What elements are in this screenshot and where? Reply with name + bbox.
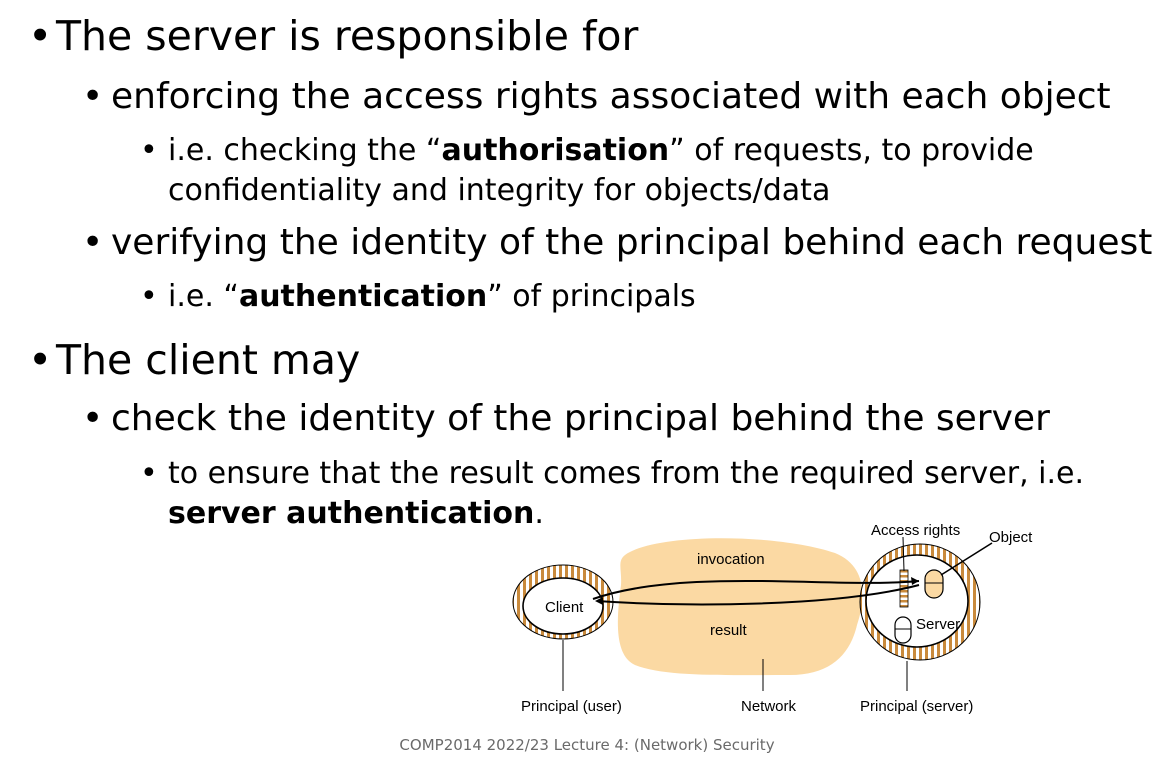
client-heading: The client may [56, 336, 361, 384]
authorisation-term: authorisation [441, 133, 670, 168]
server-capsule [894, 616, 912, 644]
authorisation-point-line2: confidentiality and integrity for object… [168, 173, 831, 208]
authentication-prefix: i.e. “ [168, 279, 239, 314]
server-authentication-line: server authentication. [168, 496, 544, 531]
client-label: Client [545, 599, 584, 616]
slide-footer: COMP2014 2022/23 Lecture 4: (Network) Se… [399, 736, 775, 754]
authorisation-prefix: i.e. checking the “ [168, 133, 442, 168]
ensure-result-point: to ensure that the result comes from the… [168, 456, 1085, 491]
result-label: result [710, 622, 748, 639]
client-server-diagram: Access rights Object invocation Client r… [512, 522, 1033, 715]
bullet-dot: • [140, 456, 158, 491]
server-node [865, 554, 969, 648]
access-rights-point: enforcing the access rights associated w… [111, 76, 1111, 117]
server-authentication-term: server authentication [168, 496, 535, 531]
authentication-suffix: ” of principals [487, 279, 696, 314]
server-heading: The server is responsible for [56, 12, 639, 60]
verify-identity-point: verifying the identity of the principal … [111, 222, 1153, 263]
invocation-label: invocation [697, 551, 765, 568]
access-rights-label: Access rights [871, 522, 960, 539]
bullet-dot: • [140, 133, 158, 168]
principal-user-label: Principal (user) [521, 698, 622, 715]
principal-server-label: Principal (server) [860, 698, 973, 715]
authentication-term: authentication [238, 279, 488, 314]
check-identity-point: check the identity of the principal behi… [111, 398, 1050, 439]
authentication-point: i.e. “authentication” of principals [168, 279, 696, 314]
bullet-dot: • [82, 222, 104, 263]
bullet-dot: • [82, 398, 104, 439]
bullet-dot: • [28, 336, 53, 384]
object-capsule [924, 569, 944, 599]
authorisation-point: i.e. checking the “authorisation” of req… [168, 133, 1034, 168]
bullet-dot: • [82, 76, 104, 117]
network-label: Network [741, 698, 797, 715]
bullet-dot: • [28, 12, 53, 60]
authorisation-suffix: ” of requests, to provide [669, 133, 1034, 168]
bullet-dot: • [140, 279, 158, 314]
object-label: Object [989, 529, 1033, 546]
server-label: Server [916, 616, 960, 633]
